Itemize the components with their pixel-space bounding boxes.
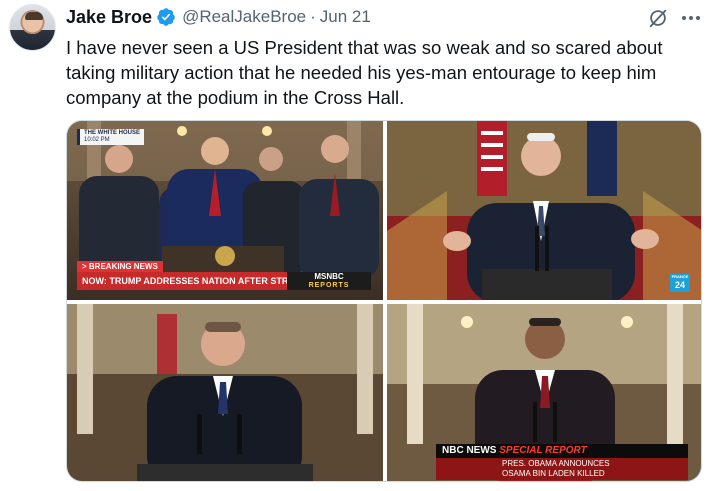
headline-lower-third: NOW: TRUMP ADDRESSES NATION AFTER STRIKE… (77, 272, 287, 290)
more-options-icon[interactable] (680, 9, 702, 27)
bug-title: THE WHITE HOUSE (84, 130, 141, 136)
logo-line2: 24 (674, 280, 685, 290)
separator-dot: · (310, 7, 316, 26)
grok-icon[interactable] (647, 7, 669, 29)
network-sub: REPORTS (308, 282, 350, 289)
nbc-network-name: NBC NEWS (442, 445, 497, 456)
media-grid: THE WHITE HOUSE 10:02 PM > BREAKING NEWS… (66, 120, 702, 482)
author-name[interactable]: Jake Broe (66, 7, 152, 28)
tweet-header: Jake Broe @RealJakeBroe · Jun 21 (66, 4, 371, 30)
msnbc-logo: MSNBC REPORTS (287, 272, 371, 290)
avatar[interactable] (9, 4, 56, 51)
press-conference-scene-2 (387, 121, 701, 300)
tweet: Jake Broe @RealJakeBroe · Jun 21 I have … (0, 0, 720, 491)
white-house-bug: THE WHITE HOUSE 10:02 PM (77, 129, 145, 145)
media-image-1[interactable]: THE WHITE HOUSE 10:02 PM > BREAKING NEWS… (67, 121, 383, 300)
subtitle-line1: PRES. OBAMA ANNOUNCES (502, 459, 610, 468)
nbc-special-report-bar: NBC NEWS SPECIAL REPORT (436, 444, 688, 458)
special-report-label: SPECIAL REPORT (499, 445, 587, 456)
verified-badge-icon (157, 8, 175, 26)
tweet-date[interactable]: Jun 21 (320, 7, 371, 27)
press-conference-scene-3 (67, 304, 383, 481)
subtitle-line2: OSAMA BIN LADEN KILLED (502, 469, 605, 478)
nbc-subtitle: PRES. OBAMA ANNOUNCES OSAMA BIN LADEN KI… (436, 458, 688, 480)
media-image-2[interactable]: FRANCE 24 (387, 121, 701, 300)
network-name: MSNBC (314, 272, 344, 281)
tweet-text: I have never seen a US President that wa… (66, 37, 663, 108)
media-image-3[interactable] (67, 304, 383, 481)
bug-time: 10:02 PM (84, 137, 110, 143)
media-image-4[interactable]: NBC NEWS SPECIAL REPORT PRES. OBAMA ANNO… (387, 304, 701, 481)
france24-logo: FRANCE 24 (670, 274, 690, 292)
author-handle[interactable]: @RealJakeBroe (182, 7, 306, 27)
breaking-news-label: > BREAKING NEWS (77, 261, 163, 272)
